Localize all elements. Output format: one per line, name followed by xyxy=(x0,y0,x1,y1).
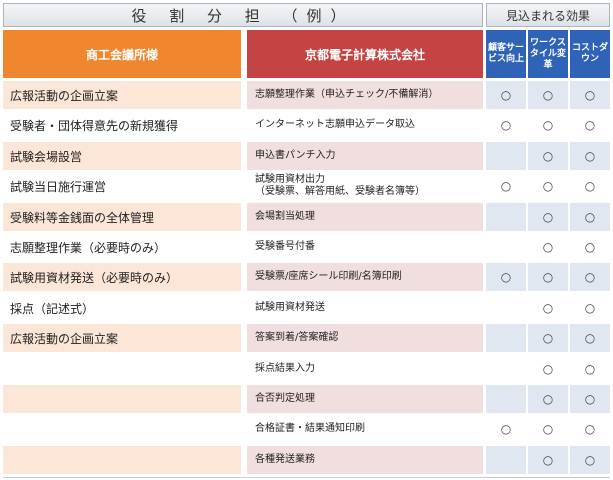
client-column-header: 商工会議所様 xyxy=(3,30,241,78)
effect-mark-cell: ○ xyxy=(528,415,568,443)
vendor-task-row: 志願整理作業（申込チェック/不備解消） xyxy=(247,81,483,109)
effect-mark-cell: ○ xyxy=(528,142,568,170)
effect-header-cost-down: コストダウン xyxy=(570,30,610,78)
effect-empty-cell xyxy=(486,233,526,261)
effect-mark-cell: ○ xyxy=(570,415,610,443)
client-task-row: 試験用資材発送（必要時のみ） xyxy=(3,263,241,291)
vendor-task-row: 試験用資材出力 （受験票、解答用紙、受験者名簿等） xyxy=(247,172,483,200)
effect-mark-cell: ○ xyxy=(528,233,568,261)
table-title: 役 割 分 担 （例） xyxy=(3,3,483,27)
effect-mark-cell: ○ xyxy=(570,294,610,322)
client-task-row: 広報活動の企画立案 xyxy=(3,324,241,352)
client-task-row: 試験当日施行運営 xyxy=(3,172,241,200)
client-task-row xyxy=(3,385,241,413)
vendor-column-header: 京都電子計算株式会社 xyxy=(247,30,483,78)
effect-mark-cell: ○ xyxy=(570,142,610,170)
vendor-task-row: 合否判定処理 xyxy=(247,385,483,413)
client-task-row xyxy=(3,415,241,443)
effect-header-workstyle: ワークスタイル変革 xyxy=(528,30,568,78)
vendor-task-row: 各種発送業務 xyxy=(247,446,483,474)
effect-empty-cell xyxy=(486,203,526,231)
effect-mark-cell: ○ xyxy=(570,172,610,200)
effect-empty-cell xyxy=(486,355,526,383)
vendor-task-row: 受験票/座席シール印刷/名簿印刷 xyxy=(247,263,483,291)
effect-mark-cell: ○ xyxy=(570,203,610,231)
effect-empty-cell xyxy=(486,446,526,474)
client-task-row: 広報活動の企画立案 xyxy=(3,81,241,109)
client-task-row: 試験会場設営 xyxy=(3,142,241,170)
effects-title: 見込まれる効果 xyxy=(486,3,610,27)
client-task-row: 志願整理作業（必要時のみ） xyxy=(3,233,241,261)
effect-mark-cell: ○ xyxy=(570,324,610,352)
client-task-row: 採点（記述式） xyxy=(3,294,241,322)
vendor-task-row: 会場割当処理 xyxy=(247,203,483,231)
effect-empty-cell xyxy=(486,385,526,413)
vendor-task-row: 答案到着/答案確認 xyxy=(247,324,483,352)
effect-mark-cell: ○ xyxy=(486,111,526,139)
effect-mark-cell: ○ xyxy=(528,172,568,200)
effect-header-customer-service: 顧客サービス向上 xyxy=(486,30,526,78)
effect-mark-cell: ○ xyxy=(528,355,568,383)
vendor-task-row: インターネット志願申込データ取込 xyxy=(247,111,483,139)
client-task-row: 受験料等金銭面の全体管理 xyxy=(3,203,241,231)
vendor-task-row: 受験番号付番 xyxy=(247,233,483,261)
effect-empty-cell xyxy=(486,324,526,352)
table-bottom-border xyxy=(3,477,610,478)
effect-mark-cell: ○ xyxy=(528,81,568,109)
effect-empty-cell xyxy=(486,142,526,170)
effect-mark-cell: ○ xyxy=(570,385,610,413)
effect-mark-cell: ○ xyxy=(570,111,610,139)
effect-mark-cell: ○ xyxy=(570,233,610,261)
effect-mark-cell: ○ xyxy=(486,263,526,291)
effect-mark-cell: ○ xyxy=(486,172,526,200)
effect-mark-cell: ○ xyxy=(486,81,526,109)
effect-empty-cell xyxy=(486,294,526,322)
client-task-row xyxy=(3,355,241,383)
effect-mark-cell: ○ xyxy=(570,355,610,383)
vendor-task-row: 採点結果入力 xyxy=(247,355,483,383)
client-task-row xyxy=(3,446,241,474)
effect-mark-cell: ○ xyxy=(528,263,568,291)
effect-mark-cell: ○ xyxy=(528,294,568,322)
effect-mark-cell: ○ xyxy=(528,324,568,352)
effect-mark-cell: ○ xyxy=(528,111,568,139)
effect-mark-cell: ○ xyxy=(528,385,568,413)
effect-mark-cell: ○ xyxy=(528,446,568,474)
effect-mark-cell: ○ xyxy=(486,415,526,443)
client-task-row: 受験者・団体得意先の新規獲得 xyxy=(3,111,241,139)
effect-mark-cell: ○ xyxy=(570,263,610,291)
effect-mark-cell: ○ xyxy=(528,203,568,231)
vendor-task-row: 試験用資材発送 xyxy=(247,294,483,322)
vendor-task-row: 合格証書・結果通知印刷 xyxy=(247,415,483,443)
effect-mark-cell: ○ xyxy=(570,81,610,109)
vendor-task-row: 申込書パンチ入力 xyxy=(247,142,483,170)
effect-mark-cell: ○ xyxy=(570,446,610,474)
